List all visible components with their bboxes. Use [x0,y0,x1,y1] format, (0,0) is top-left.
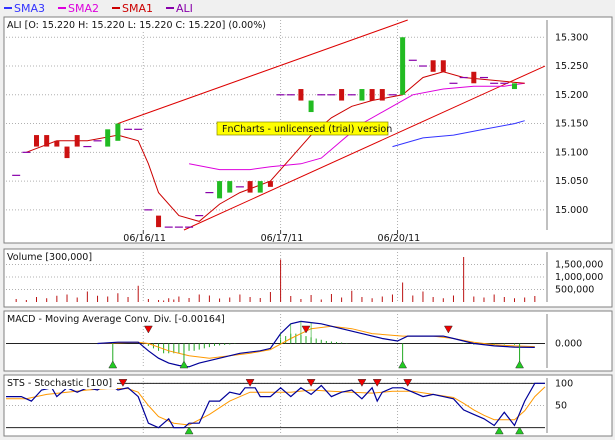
stochastic-panel-title: STS - Stochastic [100] [7,378,112,389]
watermark: FnCharts - unlicensed (trial) version [216,121,392,136]
y-tick-label: 1,000,000 [555,272,603,283]
price-candle-up [217,181,223,199]
y-tick-label: 500,000 [555,285,594,296]
price-candle-down [74,135,80,147]
price-candle-up [257,181,263,193]
y-tick-label: 100 [555,378,573,389]
y-tick-label: 50 [555,401,567,412]
y-tick-label: 15.150 [555,119,588,130]
price-candle-down [369,89,375,101]
price-candle-down [339,89,345,101]
price-candle-up [115,123,121,141]
y-tick-label: 15.000 [555,205,588,216]
legend-label-sma3: SMA3 [14,2,45,15]
price-candle-up [400,37,406,95]
legend-label-sma1: SMA1 [122,2,153,15]
volume-panel [3,248,613,308]
y-tick-label: 15.100 [555,147,588,158]
y-tick-label: 15.050 [555,176,588,187]
price-candle-down [298,89,304,101]
price-candle-down [44,135,50,147]
price-candle-up [105,129,111,147]
price-candle-down [430,60,436,72]
watermark-text: FnCharts - unlicensed (trial) version [222,124,392,135]
price-candle-up [227,181,233,193]
volume-panel-title: Volume [300,000] [7,252,92,263]
x-tick-label: 06/16/11 [123,233,166,244]
x-tick-label: 06/20/11 [378,233,421,244]
price-candle-down [267,181,273,187]
price-candle-down [379,89,385,101]
legend-label-ali: ALI [176,2,193,15]
price-candle-down [247,181,253,193]
price-candle-down [156,215,162,228]
price-candle-up [359,89,365,101]
price-candle-down [440,60,446,72]
y-tick-label: 0.000 [555,338,582,349]
price-candle-down [54,140,60,147]
price-candle-down [471,71,477,84]
y-tick-label: 15.250 [555,61,588,72]
y-tick-label: 15.300 [555,32,588,43]
price-candle-up [511,83,517,90]
price-panel-title: ALI [O: 15.220 H: 15.220 L: 15.220 C: 15… [7,20,266,31]
y-tick-label: 1,500,000 [555,260,603,271]
price-candle-down [34,135,40,147]
price-candle-up [308,100,314,113]
price-candle-down [64,146,70,159]
macd-panel-title: MACD - Moving Average Conv. Div. [-0.001… [7,314,225,325]
x-tick-label: 06/17/11 [261,233,304,244]
y-tick-label: 15.200 [555,90,588,101]
chart-canvas: SMA3 SMA2 SMA1 ALI 15.000 15.050 15.100 15.… [0,0,615,440]
legend-label-sma2: SMA2 [68,2,99,15]
